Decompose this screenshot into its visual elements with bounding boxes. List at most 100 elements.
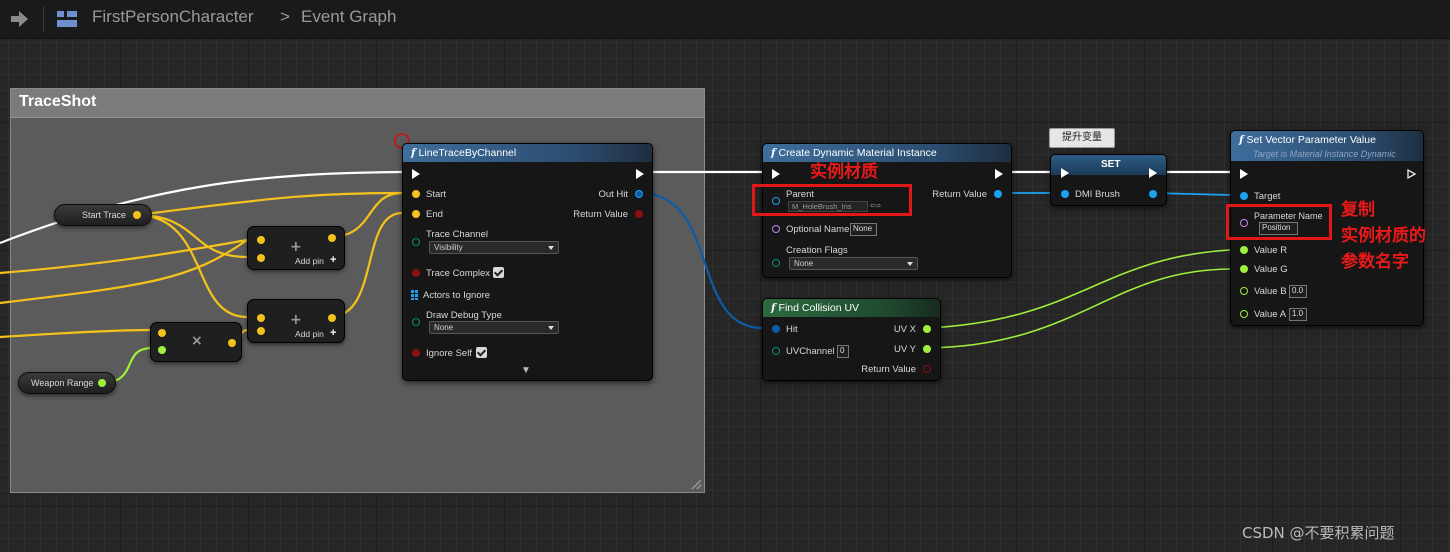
trace-channel-dropdown[interactable]: Visibility xyxy=(429,241,559,254)
value-g-label: Value G xyxy=(1254,264,1288,275)
vector-input-pin[interactable] xyxy=(257,327,265,335)
draw-debug-type-dropdown[interactable]: None xyxy=(429,321,559,334)
return-value-pin[interactable] xyxy=(635,210,643,218)
value-b-pin[interactable] xyxy=(1240,287,1248,295)
value-a-field[interactable]: 1.0 xyxy=(1289,308,1307,321)
vector-input-pin[interactable] xyxy=(257,314,265,322)
function-icon: f xyxy=(411,147,416,159)
expand-advanced-icon[interactable]: ▼ xyxy=(521,365,531,376)
add-node-2[interactable]: + Add pin + xyxy=(247,299,345,343)
dmi-brush-input-pin[interactable] xyxy=(1061,190,1069,198)
add-pin-plus-icon[interactable]: + xyxy=(330,327,336,339)
wire-start-trace xyxy=(135,191,403,217)
multiply-node[interactable]: × xyxy=(150,322,242,362)
exec-input-pin[interactable] xyxy=(1061,168,1069,178)
node-title: f Set Vector Parameter Value xyxy=(1239,134,1376,146)
variable-label: Weapon Range xyxy=(31,378,94,388)
node-header[interactable]: f Find Collision UV xyxy=(763,299,940,317)
annotation-copy-line3: 参数名字 xyxy=(1341,252,1409,272)
creation-flags-pin[interactable] xyxy=(772,259,780,267)
variable-weapon-range[interactable]: Weapon Range xyxy=(18,372,116,394)
wire-uvy-g xyxy=(927,268,1231,349)
ignore-self-label: Ignore Self xyxy=(426,348,472,359)
optional-name-field[interactable]: None xyxy=(850,223,877,236)
node-set-dmi-brush[interactable]: SET DMI Brush xyxy=(1050,154,1167,206)
exec-input-pin[interactable] xyxy=(772,169,780,179)
node-subtitle: Target is Material Instance Dynamic xyxy=(1253,149,1396,159)
node-find-collision-uv[interactable]: f Find Collision UV Hit UVChannel 0 UV X … xyxy=(762,298,941,381)
exec-output-pin[interactable] xyxy=(1149,168,1157,178)
wire-vector-in-3 xyxy=(0,328,153,339)
dmi-brush-label: DMI Brush xyxy=(1075,189,1120,200)
value-g-pin[interactable] xyxy=(1240,265,1248,273)
node-line-trace-by-channel[interactable]: f LineTraceByChannel Start End Trace Chan… xyxy=(402,143,653,381)
add-pin-label[interactable]: Add pin xyxy=(295,329,324,339)
chevron-down-icon xyxy=(907,262,913,266)
node-title: f LineTraceByChannel xyxy=(411,147,516,159)
vector-output-pin[interactable] xyxy=(133,211,141,219)
exec-input-pin[interactable] xyxy=(412,169,420,179)
creation-flags-dropdown[interactable]: None xyxy=(789,257,918,270)
vector-output-pin[interactable] xyxy=(328,234,336,242)
creation-flags-value: None xyxy=(794,259,814,268)
draw-debug-value: None xyxy=(434,323,454,332)
float-input-pin[interactable] xyxy=(158,346,166,354)
node-title: f Create Dynamic Material Instance xyxy=(771,147,937,159)
uv-y-pin[interactable] xyxy=(923,345,931,353)
exec-input-pin[interactable] xyxy=(1240,169,1248,179)
uv-channel-field[interactable]: 0 xyxy=(837,345,849,358)
trace-complex-checkbox[interactable] xyxy=(493,267,504,278)
vector-input-pin[interactable] xyxy=(257,236,265,244)
target-label: Target xyxy=(1254,191,1281,202)
chevron-down-icon xyxy=(548,246,554,250)
float-output-pin[interactable] xyxy=(98,379,106,387)
uv-channel-pin[interactable] xyxy=(772,347,780,355)
target-input-pin[interactable] xyxy=(1240,192,1248,200)
ignore-self-pin[interactable] xyxy=(412,349,420,357)
value-r-pin[interactable] xyxy=(1240,246,1248,254)
creation-flags-label: Creation Flags xyxy=(786,245,848,256)
vector-input-pin[interactable] xyxy=(158,329,166,337)
actors-to-ignore-label: Actors to Ignore xyxy=(423,290,491,301)
value-a-pin[interactable] xyxy=(1240,310,1248,318)
add-pin-plus-icon[interactable]: + xyxy=(330,254,336,266)
vector-output-pin[interactable] xyxy=(228,339,236,347)
trace-channel-pin[interactable] xyxy=(412,238,420,246)
uv-y-label: UV Y xyxy=(893,344,916,355)
node-title: SET xyxy=(1101,159,1121,170)
return-value-label: Return Value xyxy=(573,209,628,220)
array-grid-icon[interactable] xyxy=(411,290,421,300)
return-value-label: Return Value xyxy=(932,189,987,200)
exec-output-outline-icon[interactable] xyxy=(1407,169,1417,179)
dmi-brush-output-pin[interactable] xyxy=(1149,190,1157,198)
node-header[interactable]: f Set Vector Parameter Value Target is Ma… xyxy=(1231,131,1423,161)
end-input-pin[interactable] xyxy=(412,210,420,218)
exec-output-pin[interactable] xyxy=(995,169,1003,179)
annotation-copy-line2: 实例材质的 xyxy=(1341,226,1426,246)
start-input-pin[interactable] xyxy=(412,190,420,198)
function-icon: f xyxy=(1239,134,1244,146)
hit-input-pin[interactable] xyxy=(772,325,780,333)
node-header[interactable]: f Create Dynamic Material Instance xyxy=(763,144,1011,162)
ignore-self-checkbox[interactable] xyxy=(476,347,487,358)
function-icon: f xyxy=(771,147,776,159)
value-b-field[interactable]: 0.0 xyxy=(1289,285,1307,298)
vector-output-pin[interactable] xyxy=(328,314,336,322)
node-header[interactable]: f LineTraceByChannel xyxy=(403,144,652,162)
exec-output-pin[interactable] xyxy=(636,169,644,179)
trace-complex-pin[interactable] xyxy=(412,269,420,277)
node-title: f Find Collision UV xyxy=(771,302,859,314)
trace-complex-label: Trace Complex xyxy=(426,268,491,279)
vector-input-pin[interactable] xyxy=(257,254,265,262)
optional-name-pin[interactable] xyxy=(772,225,780,233)
return-value-pin[interactable] xyxy=(923,365,931,373)
add-node-1[interactable]: + Add pin + xyxy=(247,226,345,270)
value-a-label: Value A xyxy=(1254,309,1287,320)
out-hit-pin[interactable] xyxy=(635,190,643,198)
variable-start-trace[interactable]: Start Trace xyxy=(54,204,152,226)
uv-x-pin[interactable] xyxy=(923,325,931,333)
draw-debug-type-pin[interactable] xyxy=(412,318,420,326)
return-value-pin[interactable] xyxy=(994,190,1002,198)
variable-label: Start Trace xyxy=(82,210,127,220)
add-pin-label[interactable]: Add pin xyxy=(295,256,324,266)
